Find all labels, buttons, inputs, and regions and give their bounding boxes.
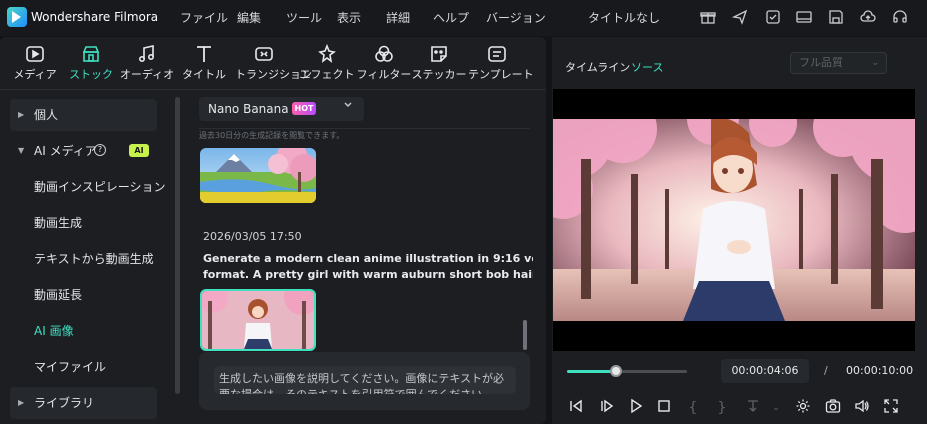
- filter-icon: [375, 45, 393, 62]
- tool-transition[interactable]: トランジション: [235, 44, 312, 86]
- history-hint: 過去30日分の生成記録を閲覧できます。: [199, 131, 345, 140]
- mark-in-icon[interactable]: {: [683, 398, 703, 418]
- send-icon[interactable]: [731, 9, 749, 27]
- headset-icon[interactable]: [891, 9, 909, 27]
- prompt-line-1: Generate a modern clean anime illustrati…: [203, 252, 533, 265]
- generated-image-thumbnail-selected[interactable]: [200, 289, 316, 351]
- tool-effect-label: エフェクト: [299, 68, 355, 81]
- prev-frame-icon[interactable]: [566, 398, 586, 418]
- model-select[interactable]: Nano Banana 2: [199, 97, 364, 121]
- preview-image: [553, 119, 915, 321]
- sidebar-group-personal-label: 個人: [34, 108, 59, 122]
- tool-title[interactable]: タイトル: [175, 44, 233, 86]
- template-icon: [488, 46, 506, 62]
- sidebar-item-text-to-video[interactable]: テキストから動画生成: [10, 243, 157, 275]
- snapshot-icon[interactable]: [823, 398, 843, 418]
- sidebar-group-ai-media-label: AI メディア: [34, 144, 97, 158]
- play-icon[interactable]: [626, 398, 646, 418]
- sidebar-item-ai-image[interactable]: AI 画像: [10, 315, 157, 347]
- tool-audio[interactable]: オーディオ: [118, 44, 176, 86]
- chevron-down-icon: ⌄: [871, 58, 879, 68]
- sidebar-group-personal[interactable]: ▶ 個人: [10, 99, 157, 131]
- menu-tools[interactable]: ツール: [286, 9, 322, 26]
- content-scrollbar[interactable]: [523, 320, 527, 350]
- project-title: タイトルなし: [588, 11, 661, 25]
- playback-progress-fill: [567, 370, 617, 373]
- tab-source[interactable]: ソース: [631, 59, 663, 75]
- model-select-value: Nano Banana 2: [208, 102, 301, 116]
- layout-icon[interactable]: [795, 9, 813, 27]
- stock-icon: [82, 46, 100, 62]
- prompt-text: Generate a modern clean anime illustrati…: [203, 251, 533, 283]
- tool-media-label: メディア: [13, 68, 57, 81]
- prompt-input[interactable]: 生成したい画像を説明してください。画像にテキストが必要な場合は、そのテキストを引…: [214, 366, 516, 394]
- insert-icon[interactable]: [743, 398, 763, 418]
- fullscreen-icon[interactable]: [881, 398, 901, 418]
- prompt-line-2: format. A pretty girl with warm auburn s…: [203, 268, 533, 281]
- stop-icon[interactable]: [654, 398, 674, 418]
- menu-file[interactable]: ファイル: [180, 9, 228, 26]
- tool-title-label: タイトル: [182, 68, 226, 81]
- quality-select[interactable]: フル品質 ⌄: [790, 52, 887, 74]
- cloud-upload-icon[interactable]: [859, 9, 877, 27]
- divider: [199, 128, 530, 129]
- app-window: Wondershare Filmora ファイル 編集 ツール 表示 詳細 ヘル…: [0, 0, 927, 424]
- gift-icon[interactable]: [699, 9, 717, 27]
- audio-icon: [138, 45, 155, 63]
- next-frame-icon[interactable]: [597, 398, 617, 418]
- tool-transition-label: トランジション: [235, 68, 312, 81]
- tool-stock-label: ストック: [69, 68, 113, 81]
- tool-filter-label: フィルター: [356, 68, 412, 81]
- tool-sticker-label: ステッカー: [411, 68, 467, 81]
- generation-timestamp: 2026/03/05 17:50: [203, 230, 302, 243]
- tool-filter[interactable]: フィルター: [355, 44, 413, 86]
- caret-right-icon: ▶: [18, 110, 25, 119]
- sidebar-scrollbar[interactable]: [175, 97, 180, 394]
- sidebar-item-video-inspiration[interactable]: 動画インスピレーション: [10, 171, 166, 203]
- sidebar-group-library-label: ライブラリ: [34, 396, 95, 410]
- menu-advanced[interactable]: 詳細: [386, 9, 410, 26]
- sidebar-group-library[interactable]: ▶ ライブラリ: [10, 387, 157, 419]
- chevron-down-icon[interactable]: [343, 100, 353, 113]
- ai-badge: AI: [129, 144, 149, 157]
- hot-badge: HOT: [292, 102, 316, 115]
- menu-view[interactable]: 表示: [337, 9, 361, 26]
- generated-image-thumbnail[interactable]: [200, 148, 316, 203]
- tool-media[interactable]: メディア: [6, 44, 64, 86]
- app-name: Wondershare Filmora: [31, 10, 159, 24]
- tool-stock[interactable]: ストック: [62, 44, 120, 86]
- filmora-logo-icon: [7, 7, 27, 27]
- title-icon: [197, 46, 211, 62]
- sidebar-item-video-extend[interactable]: 動画延長: [10, 279, 157, 311]
- total-time: 00:00:10:00: [846, 364, 914, 377]
- tab-timeline[interactable]: タイムライン: [565, 59, 630, 75]
- save-icon[interactable]: [827, 9, 845, 27]
- sidebar-item-video-generation[interactable]: 動画生成: [10, 207, 157, 239]
- tool-audio-label: オーディオ: [119, 68, 175, 81]
- sticker-icon: [431, 46, 447, 62]
- effect-icon: [318, 44, 336, 63]
- tool-effect[interactable]: エフェクト: [298, 44, 356, 86]
- sidebar-group-ai-media[interactable]: ▼ AI メディア ? AI: [10, 135, 157, 167]
- tool-template-label: テンプレート: [468, 68, 534, 81]
- tool-sticker[interactable]: ステッカー: [410, 44, 468, 86]
- time-separator: /: [824, 364, 828, 377]
- chevron-down-icon[interactable]: ⌄: [766, 398, 786, 418]
- settings-icon[interactable]: [793, 398, 813, 418]
- volume-icon[interactable]: [852, 398, 872, 418]
- quality-select-value: フル品質: [799, 56, 843, 69]
- help-icon[interactable]: ?: [94, 144, 106, 156]
- caret-right-icon: ▶: [18, 398, 25, 407]
- menu-version[interactable]: バージョン: [486, 9, 546, 26]
- menu-help[interactable]: ヘルプ: [433, 9, 469, 26]
- media-icon: [26, 46, 44, 62]
- sidebar-item-my-files[interactable]: マイファイル: [10, 351, 157, 383]
- current-time: 00:00:04:06: [721, 359, 809, 383]
- caret-down-icon: ▼: [18, 146, 25, 155]
- transition-icon: [255, 47, 273, 61]
- mark-out-icon[interactable]: }: [712, 398, 732, 418]
- menu-edit[interactable]: 編集: [237, 9, 261, 26]
- tool-template[interactable]: テンプレート: [468, 44, 534, 86]
- task-icon[interactable]: [764, 9, 782, 27]
